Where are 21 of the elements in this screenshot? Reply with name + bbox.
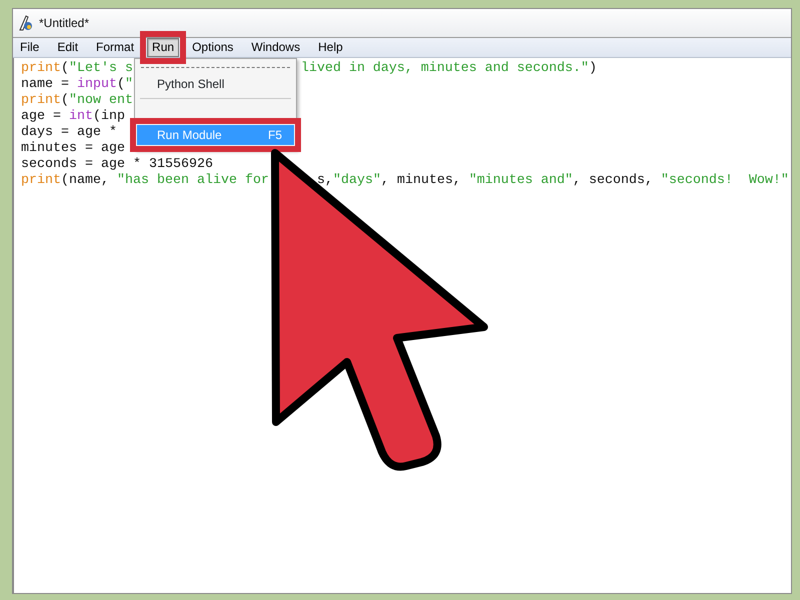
code-text: print("now ent — [21, 93, 133, 109]
menu-item[interactable]: Format — [91, 38, 140, 57]
code-text: minutes = age — [21, 141, 125, 157]
menu-item[interactable]: File — [15, 38, 44, 57]
code-text: age = int(inp — [21, 109, 125, 125]
code-text: s,"days", minutes, "minutes and", seconds, "seconds! Wow!" — [316, 173, 789, 189]
menu-item[interactable]: Windows — [246, 38, 306, 57]
highlight-frame — [140, 31, 186, 64]
code-text: lived in days, minutes and seconds.") — [300, 61, 597, 77]
menu-item[interactable]: Edit — [52, 38, 84, 57]
app-icon — [17, 14, 35, 32]
code-text: print(name, "has been alive for — [21, 173, 269, 189]
code-text: seconds = age * 31556926 — [21, 157, 213, 173]
menu-item[interactable]: Python Shell — [137, 74, 294, 94]
menu-item[interactable]: Run — [147, 38, 180, 57]
window-title: *Untitled* — [39, 15, 90, 32]
menu-item[interactable]: Help — [313, 38, 348, 57]
code-text: name = input(" — [21, 77, 133, 93]
code-text: print("Let's s — [21, 61, 133, 77]
menu-item[interactable]: Options — [187, 38, 238, 57]
code-text: days = age * — [21, 125, 117, 141]
